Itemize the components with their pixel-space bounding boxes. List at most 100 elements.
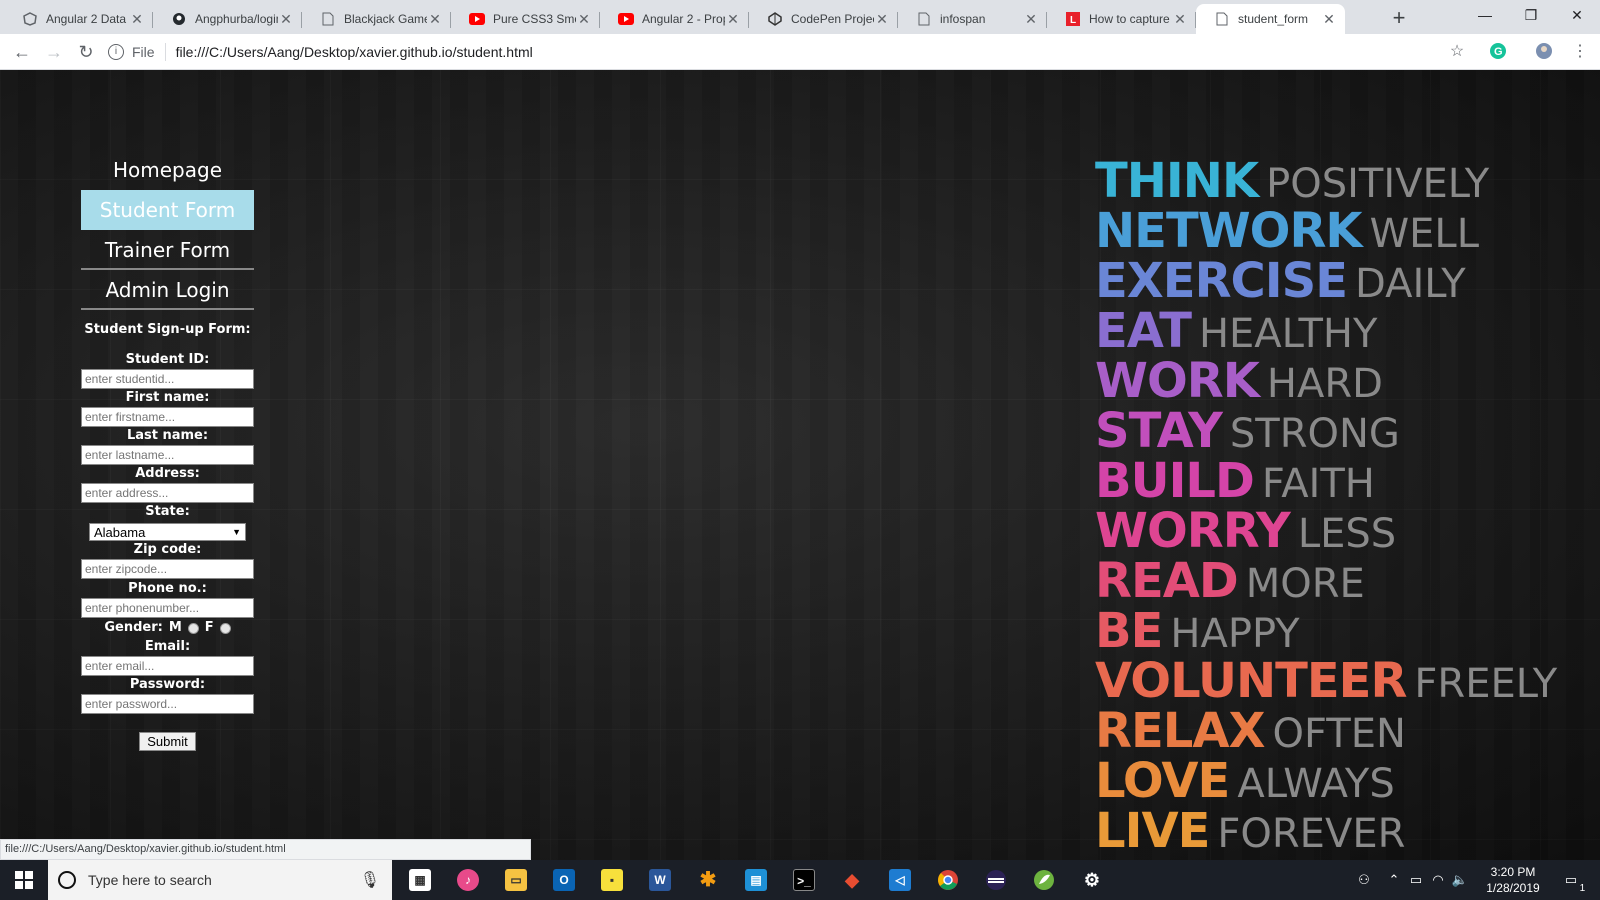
email-input[interactable] [81,656,254,676]
chrome-icon[interactable] [928,864,968,896]
search-placeholder: Type here to search [88,872,212,888]
tab-codepen[interactable]: CodePen Project ✕ [749,4,898,34]
gender-label: Gender: [104,620,163,635]
close-icon[interactable]: ✕ [1321,11,1337,28]
close-icon[interactable]: ✕ [725,11,741,28]
tab-how-to-capture[interactable]: L How to capture ✕ [1047,4,1196,34]
tab-title: Blackjack Game [344,12,427,26]
forward-button[interactable]: → [42,40,66,64]
tab-infospan[interactable]: infospan ✕ [898,4,1047,34]
email-label: Email: [144,639,191,654]
page-icon [320,11,336,27]
taskbar-search[interactable]: Type here to search 🎙 [48,860,392,900]
taskbar-clock[interactable]: 3:20 PM 1/28/2019 [1478,864,1548,896]
tab-blackjack[interactable]: Blackjack Game ✕ [302,4,451,34]
student-id-input[interactable] [81,369,254,389]
state-select[interactable]: Alabama ▼ [89,523,246,541]
last-name-input[interactable] [81,445,254,465]
wifi-icon[interactable]: ◠ [1428,860,1448,900]
gender-female-label: F [204,620,214,635]
info-icon[interactable]: i [108,44,124,60]
close-icon[interactable]: ✕ [278,11,294,28]
sticky-notes-icon[interactable]: ▪ [592,864,632,896]
spring-icon[interactable] [1024,864,1064,896]
tab-github[interactable]: Angphurba/login ✕ [153,4,302,34]
terminal-icon[interactable]: >_ [784,864,824,896]
reload-button[interactable]: ↻ [74,40,98,64]
poster-word-small: MORE [1245,561,1365,607]
close-icon[interactable]: ✕ [1172,11,1188,28]
store-icon[interactable]: ▦ [400,864,440,896]
back-button[interactable]: ← [10,40,34,64]
nav-student-form[interactable]: Student Form [81,190,254,230]
show-hidden-icons[interactable]: ⌃ [1384,860,1404,900]
asterisk-app-icon[interactable]: ✱ [688,864,728,896]
new-tab-button[interactable]: + [1386,6,1412,32]
word-icon[interactable]: W [640,864,680,896]
eclipse-icon[interactable] [976,864,1016,896]
cortana-icon [58,871,76,889]
menu-icon[interactable]: ⋮ [1570,42,1590,62]
close-icon[interactable]: ✕ [427,11,443,28]
tab-angular-data[interactable]: Angular 2 Data B ✕ [4,4,153,34]
bookmark-star-icon[interactable]: ☆ [1447,42,1467,62]
first-name-input[interactable] [81,407,254,427]
minimize-button[interactable]: — [1462,0,1508,30]
nav-trainer-form[interactable]: Trainer Form [81,230,254,270]
page-icon [916,11,932,27]
svg-text:L: L [1070,15,1076,26]
start-button[interactable] [0,860,48,900]
tab-student-form[interactable]: student_form ✕ [1196,4,1345,34]
poster-line: VOLUNTEER FREELY [1095,653,1565,709]
poster-word-big: BE [1095,603,1163,659]
submit-button[interactable]: Submit [139,732,196,751]
grammarly-icon[interactable]: G [1488,42,1508,62]
volume-icon[interactable]: 🔈 [1450,860,1470,900]
tab-title: infospan [940,12,986,26]
itunes-icon[interactable]: ♪ [448,864,488,896]
vscode-icon[interactable]: ◁ [880,864,920,896]
address-bar[interactable]: i File file:///C:/Users/Aang/Desktop/xav… [108,38,1488,66]
poster-word-small: LESS [1297,511,1397,557]
close-icon[interactable]: ✕ [129,11,145,28]
notification-count: 1 [1579,883,1586,894]
profile-avatar-icon[interactable] [1534,42,1554,62]
microphone-icon[interactable]: 🎙 [360,870,380,890]
calculator-icon[interactable]: ▤ [736,864,776,896]
nav-admin-login[interactable]: Admin Login [81,270,254,310]
clock-date: 1/28/2019 [1486,881,1540,895]
people-icon[interactable]: ⚇ [1352,860,1376,900]
close-window-button[interactable]: ✕ [1554,0,1600,30]
tab-angular-prop[interactable]: Angular 2 - Prop ✕ [600,4,749,34]
tab-title: Angular 2 Data B [46,12,129,26]
battery-icon[interactable]: ▭ [1406,860,1426,900]
poster-line: EAT HEALTHY [1095,306,1565,357]
url-text[interactable]: file:///C:/Users/Aang/Desktop/xavier.git… [176,44,533,60]
gender-male-radio[interactable] [187,622,199,634]
gender-female-radio[interactable] [219,622,231,634]
nav-homepage[interactable]: Homepage [81,150,254,190]
password-input[interactable] [81,694,254,714]
poster-word-big: BUILD [1095,453,1255,509]
restore-button[interactable]: ❐ [1508,0,1554,30]
close-icon[interactable]: ✕ [874,11,890,28]
tab-pure-css3[interactable]: Pure CSS3 Smoo ✕ [451,4,600,34]
zip-input[interactable] [81,559,254,579]
poster-word-small: DAILY [1355,261,1466,307]
phone-input[interactable] [81,598,254,618]
address-input[interactable] [81,483,254,503]
last-name-label: Last name: [126,428,209,443]
gender-group: Gender: M F [81,618,254,638]
notification-center-icon[interactable]: ▭ 1 [1556,860,1586,900]
close-icon[interactable]: ✕ [576,11,592,28]
poster-line: LIVE FOREVER [1095,806,1565,857]
poster-word-small: FAITH [1261,461,1375,507]
close-icon[interactable]: ✕ [1023,11,1039,28]
settings-gear-icon[interactable]: ⚙ [1072,864,1112,896]
poster-word-big: VOLUNTEER [1095,653,1407,709]
outlook-icon[interactable]: O [544,864,584,896]
git-icon[interactable]: ◆ [832,864,872,896]
poster-line: READ MORE [1095,556,1565,607]
file-explorer-icon[interactable]: ▭ [496,864,536,896]
poster-word-big: WORK [1095,353,1260,409]
